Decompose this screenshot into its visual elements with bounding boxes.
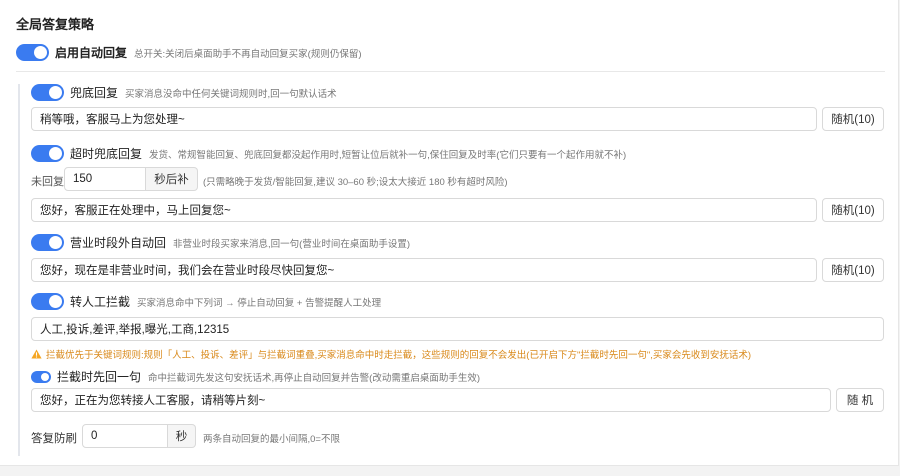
intercept-hint: 命中拦截词先发这句安抚话术,再停止自动回复并告警(改动需重启桌面助手生效) — [148, 372, 480, 384]
fallback-reply-input[interactable]: 稍等哦，客服马上为您处理~ — [31, 107, 817, 131]
transfer-label: 转人工拦截 — [70, 295, 131, 309]
antispam-suffix: 秒 — [168, 424, 196, 448]
offhours-toggle[interactable] — [31, 234, 64, 251]
offhours-hint: 非营业时段买家来消息,回一句(营业时间在桌面助手设置) — [173, 238, 410, 250]
offhours-random-button[interactable]: 随机(10) — [822, 258, 884, 282]
intercept-reply-input[interactable]: 您好，正在为您转接人工客服，请稍等片刻~ — [31, 388, 831, 412]
no-reply-label: 未回复 — [31, 176, 64, 188]
page-title: 全局答复策略 — [16, 17, 95, 32]
antispam-input[interactable]: 0 — [82, 424, 168, 448]
master-toggle-row: 启用自动回复 总开关:关闭后桌面助手不再自动回复买家(规则仍保留) — [16, 44, 361, 61]
transfer-keywords-input[interactable]: 人工,投诉,差评,举报,曝光,工商,12315 — [31, 317, 884, 341]
intercept-toggle[interactable] — [31, 370, 51, 383]
timeout-toggle-row: 超时兜底回复 发货、常规智能回复、兜底回复都没起作用时,短暂让位后就补一句,保住… — [31, 145, 626, 162]
global-reply-strategy-card: 全局答复策略 启用自动回复 总开关:关闭后桌面助手不再自动回复买家(规则仍保留)… — [0, 0, 899, 466]
fallback-random-button[interactable]: 随机(10) — [822, 107, 884, 131]
offhours-reply-input[interactable]: 您好，现在是非营业时间，我们会在营业时段尽快回复您~ — [31, 258, 817, 282]
master-label: 启用自动回复 — [55, 46, 128, 60]
timeout-seconds-hint: (只需略晚于发货/智能回复,建议 30–60 秒;设太大接近 180 秒有超时风… — [203, 177, 508, 188]
fallback-hint: 买家消息没命中任何关键词规则时,回一句默认话术 — [125, 88, 337, 100]
timeout-hint: 发货、常规智能回复、兜底回复都没起作用时,短暂让位后就补一句,保住回复及时率(它… — [149, 149, 627, 161]
intercept-random-button[interactable]: 随 机 — [836, 388, 884, 412]
transfer-warning: 拦截优先于关键词规则:规则「人工、投诉、差评」与拦截词重叠,买家消息命中时走拦截… — [31, 347, 751, 361]
antispam-hint: 两条自动回复的最小间隔,0=不限 — [203, 434, 340, 445]
timeout-toggle[interactable] — [31, 145, 64, 162]
section-indent-line — [18, 84, 20, 456]
intercept-label: 拦截时先回一句 — [57, 370, 142, 384]
master-toggle[interactable] — [16, 44, 49, 61]
warning-icon — [31, 349, 42, 359]
timeout-label: 超时兜底回复 — [70, 147, 143, 161]
intercept-toggle-row: 拦截时先回一句 命中拦截词先发这句安抚话术,再停止自动回复并告警(改动需重启桌面… — [31, 368, 480, 385]
transfer-hint: 买家消息命中下列词 → 停止自动回复 + 告警提醒人工处理 — [137, 297, 382, 309]
timeout-seconds-suffix: 秒后补 — [146, 167, 198, 191]
timeout-seconds-input[interactable]: 150 — [64, 167, 146, 191]
master-hint: 总开关:关闭后桌面助手不再自动回复买家(规则仍保留) — [134, 48, 362, 60]
transfer-toggle[interactable] — [31, 293, 64, 310]
fallback-label: 兜底回复 — [70, 86, 119, 100]
fallback-toggle-row: 兜底回复 买家消息没命中任何关键词规则时,回一句默认话术 — [31, 84, 337, 101]
transfer-toggle-row: 转人工拦截 买家消息命中下列词 → 停止自动回复 + 告警提醒人工处理 — [31, 293, 381, 310]
transfer-warning-text: 拦截优先于关键词规则:规则「人工、投诉、差评」与拦截词重叠,买家消息命中时走拦截… — [46, 350, 751, 361]
fallback-toggle[interactable] — [31, 84, 64, 101]
antispam-label: 答复防刷 — [31, 433, 77, 445]
divider — [16, 71, 885, 72]
timeout-reply-input[interactable]: 您好，客服正在处理中，马上回复您~ — [31, 198, 817, 222]
offhours-label: 营业时段外自动回 — [70, 236, 167, 250]
timeout-random-button[interactable]: 随机(10) — [822, 198, 884, 222]
offhours-toggle-row: 营业时段外自动回 非营业时段买家来消息,回一句(营业时间在桌面助手设置) — [31, 234, 410, 251]
